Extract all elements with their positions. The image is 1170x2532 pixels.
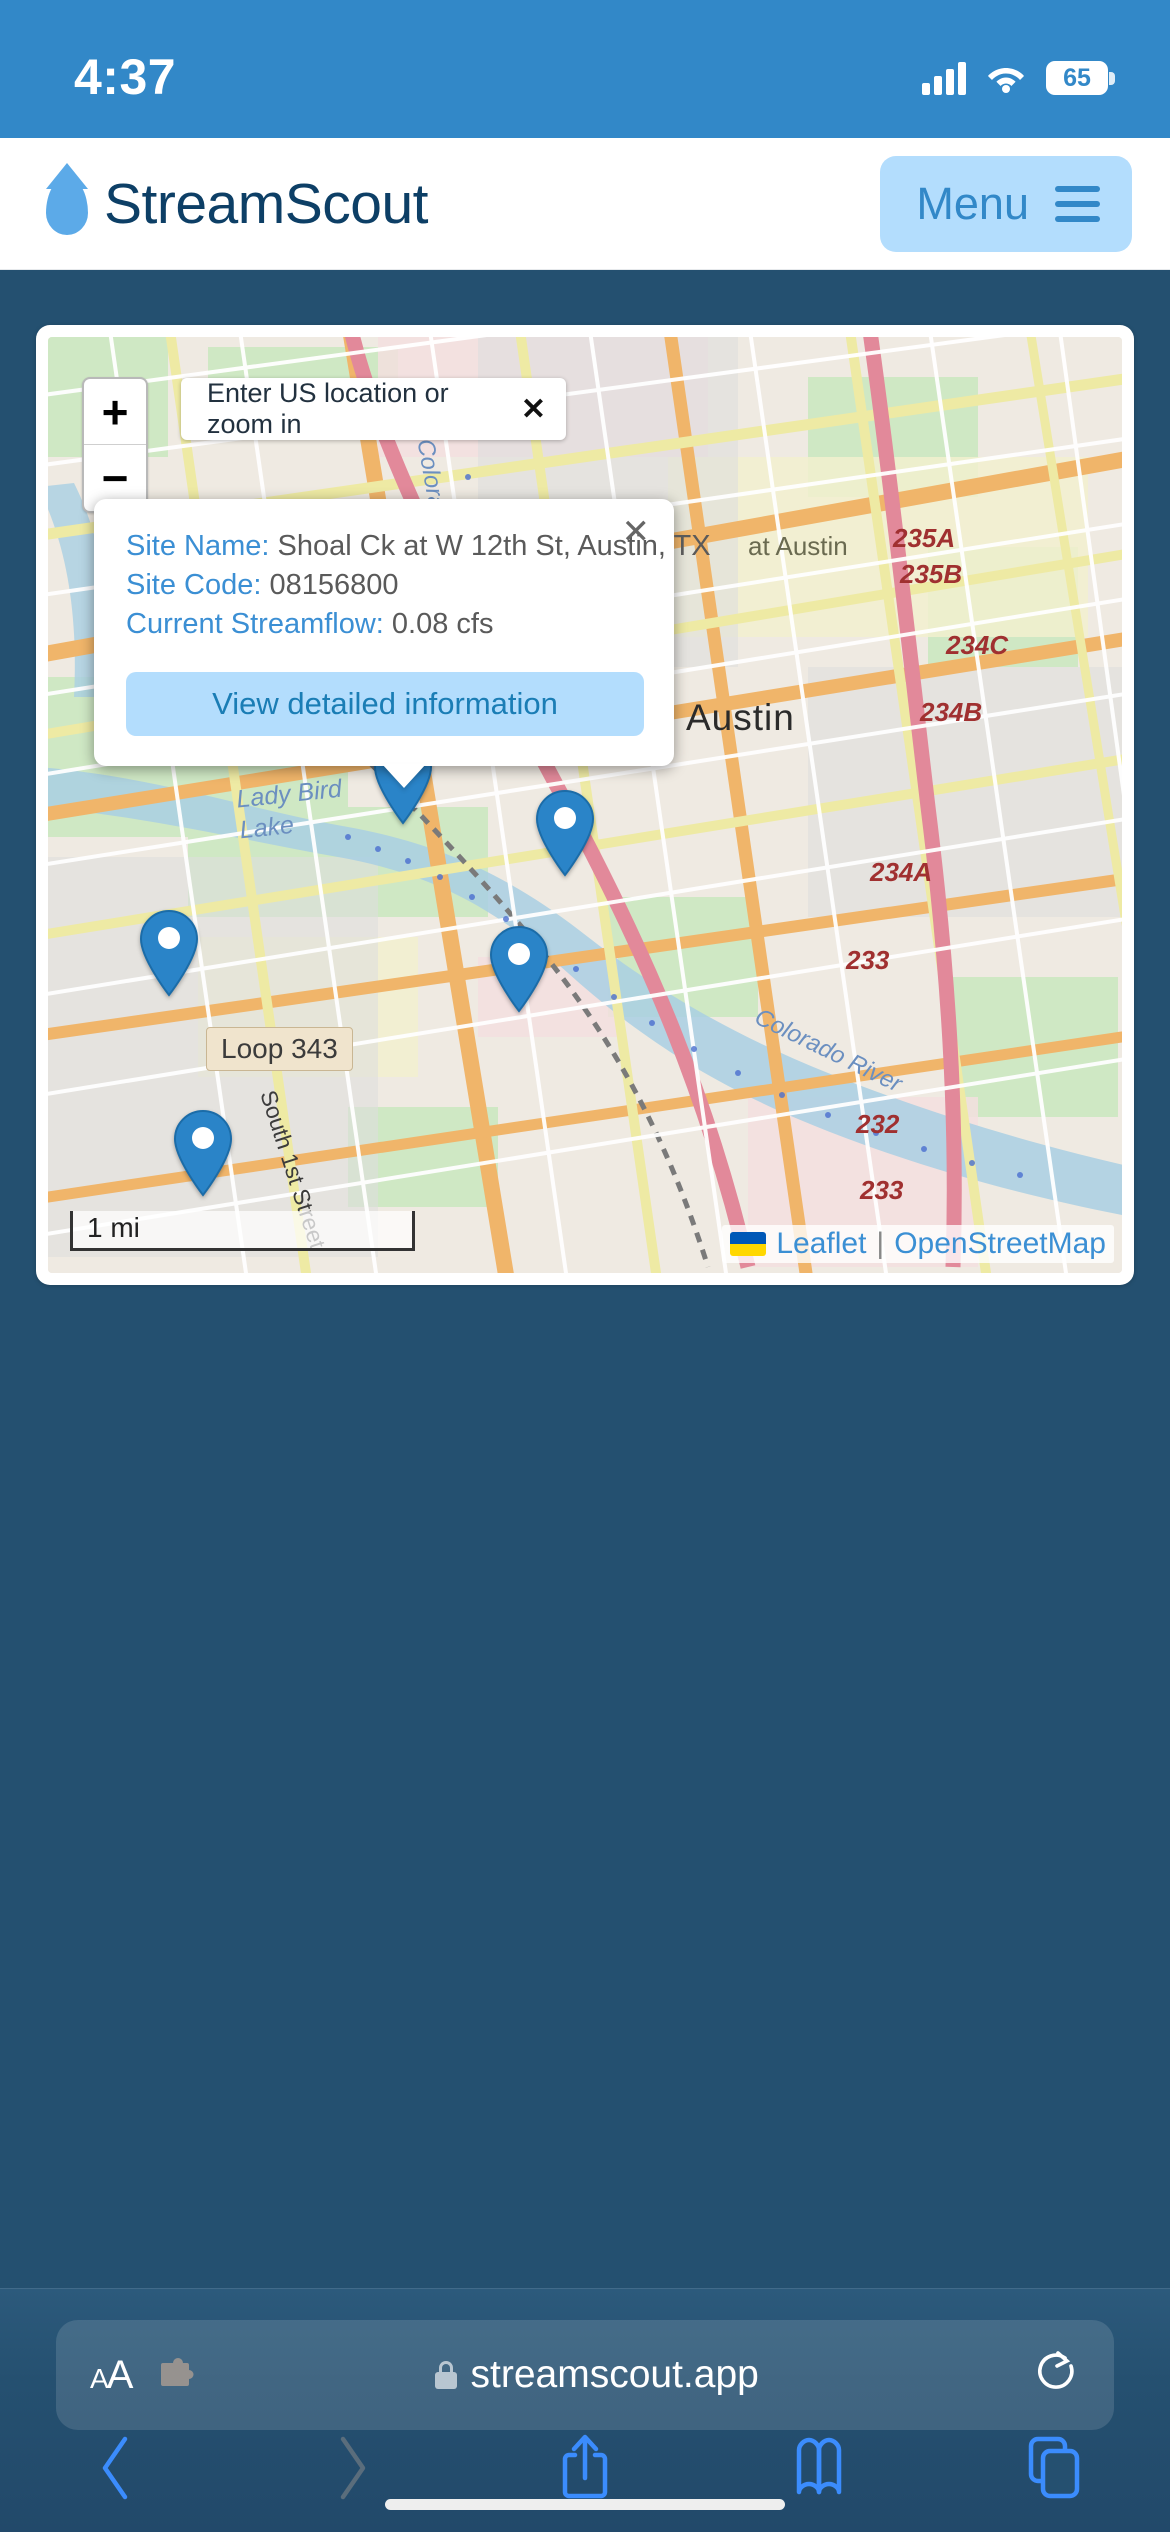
map-marker-colorado-downtown[interactable] bbox=[486, 925, 552, 1013]
site-header: StreamScout Menu bbox=[0, 138, 1170, 270]
wifi-icon bbox=[986, 62, 1026, 94]
view-detailed-information-button[interactable]: View detailed information bbox=[126, 671, 644, 736]
text-size-label-small: A bbox=[90, 2362, 109, 2394]
map-attribution: Leaflet | OpenStreetMap bbox=[722, 1225, 1114, 1263]
chevron-right-icon bbox=[340, 2436, 366, 2500]
popup-close-icon[interactable]: ✕ bbox=[622, 515, 651, 549]
back-button[interactable] bbox=[0, 2431, 234, 2505]
status-bar-indicators: 65 bbox=[922, 61, 1115, 95]
safari-toolbar bbox=[0, 2434, 1170, 2500]
battery-icon: 65 bbox=[1046, 61, 1115, 95]
tabs-button[interactable] bbox=[936, 2430, 1170, 2506]
brand-logo[interactable]: StreamScout bbox=[46, 171, 428, 237]
site-info-popup: ✕ Site Name: Shoal Ck at W 12th St, Aust… bbox=[94, 499, 711, 766]
popup-row-site-name: Site Name: Shoal Ck at W 12th St, Austin… bbox=[126, 527, 711, 566]
lock-icon bbox=[434, 2361, 457, 2389]
tabs-icon bbox=[1028, 2436, 1080, 2499]
cellular-signal-icon bbox=[922, 61, 966, 95]
ukraine-flag-icon bbox=[730, 1232, 767, 1256]
ios-status-bar: 4:37 65 bbox=[0, 0, 1170, 138]
safari-address-bar[interactable]: AA streamscout.app bbox=[56, 2320, 1114, 2430]
url-display[interactable]: streamscout.app bbox=[159, 2353, 1034, 2397]
chrome-divider bbox=[0, 2288, 1170, 2289]
safari-browser-chrome: AA streamscout.app bbox=[0, 2288, 1170, 2532]
popup-row-site-code: Site Code: 08156800 bbox=[126, 566, 644, 605]
menu-button-label: Menu bbox=[916, 177, 1029, 229]
location-search-box[interactable]: Enter US location or zoom in ✕ bbox=[181, 378, 566, 440]
forward-button bbox=[234, 2431, 468, 2505]
map-marker-waller-creek[interactable] bbox=[532, 789, 598, 877]
water-droplet-icon bbox=[46, 176, 88, 235]
popup-value-site-code: 08156800 bbox=[269, 568, 399, 601]
text-size-label-large: A bbox=[106, 2352, 134, 2397]
brand-name: StreamScout bbox=[104, 171, 428, 236]
battery-level: 65 bbox=[1063, 63, 1091, 92]
status-bar-time: 4:37 bbox=[74, 49, 177, 105]
home-indicator bbox=[385, 2499, 785, 2510]
bookmarks-button[interactable] bbox=[702, 2430, 936, 2506]
leaflet-map[interactable]: + − Enter US location or zoom in ✕ at Au… bbox=[48, 337, 1122, 1273]
zoom-in-button[interactable]: + bbox=[84, 379, 146, 445]
menu-button[interactable]: Menu bbox=[880, 155, 1132, 252]
chevron-left-icon bbox=[102, 2436, 128, 2500]
reload-icon[interactable] bbox=[1034, 2349, 1080, 2402]
leaflet-link[interactable]: Leaflet bbox=[776, 1227, 866, 1261]
openstreetmap-link[interactable]: OpenStreetMap bbox=[894, 1227, 1106, 1261]
attribution-separator: | bbox=[876, 1227, 885, 1260]
share-icon bbox=[562, 2434, 608, 2499]
map-marker-barton-creek[interactable] bbox=[136, 909, 202, 997]
popup-value-streamflow: 0.08 cfs bbox=[391, 607, 494, 640]
popup-row-streamflow: Current Streamflow: 0.08 cfs bbox=[126, 605, 644, 644]
popup-label-site-name: Site Name: bbox=[126, 530, 270, 562]
url-text: streamscout.app bbox=[470, 2353, 759, 2396]
location-search-placeholder: Enter US location or zoom in bbox=[207, 378, 449, 439]
popup-label-site-code: Site Code: bbox=[126, 568, 262, 601]
text-size-button[interactable]: AA bbox=[90, 2352, 134, 2398]
hamburger-menu-icon bbox=[1055, 185, 1100, 222]
close-x-icon[interactable]: ✕ bbox=[521, 392, 546, 427]
map-card: + − Enter US location or zoom in ✕ at Au… bbox=[36, 325, 1134, 1285]
share-button[interactable] bbox=[468, 2430, 702, 2506]
popup-label-streamflow: Current Streamflow: bbox=[126, 607, 384, 640]
map-zoom-controls[interactable]: + − bbox=[82, 377, 148, 513]
map-scale-bar: 1 mi bbox=[70, 1211, 415, 1251]
map-marker-south-austin[interactable] bbox=[170, 1109, 236, 1197]
book-icon bbox=[796, 2437, 842, 2495]
